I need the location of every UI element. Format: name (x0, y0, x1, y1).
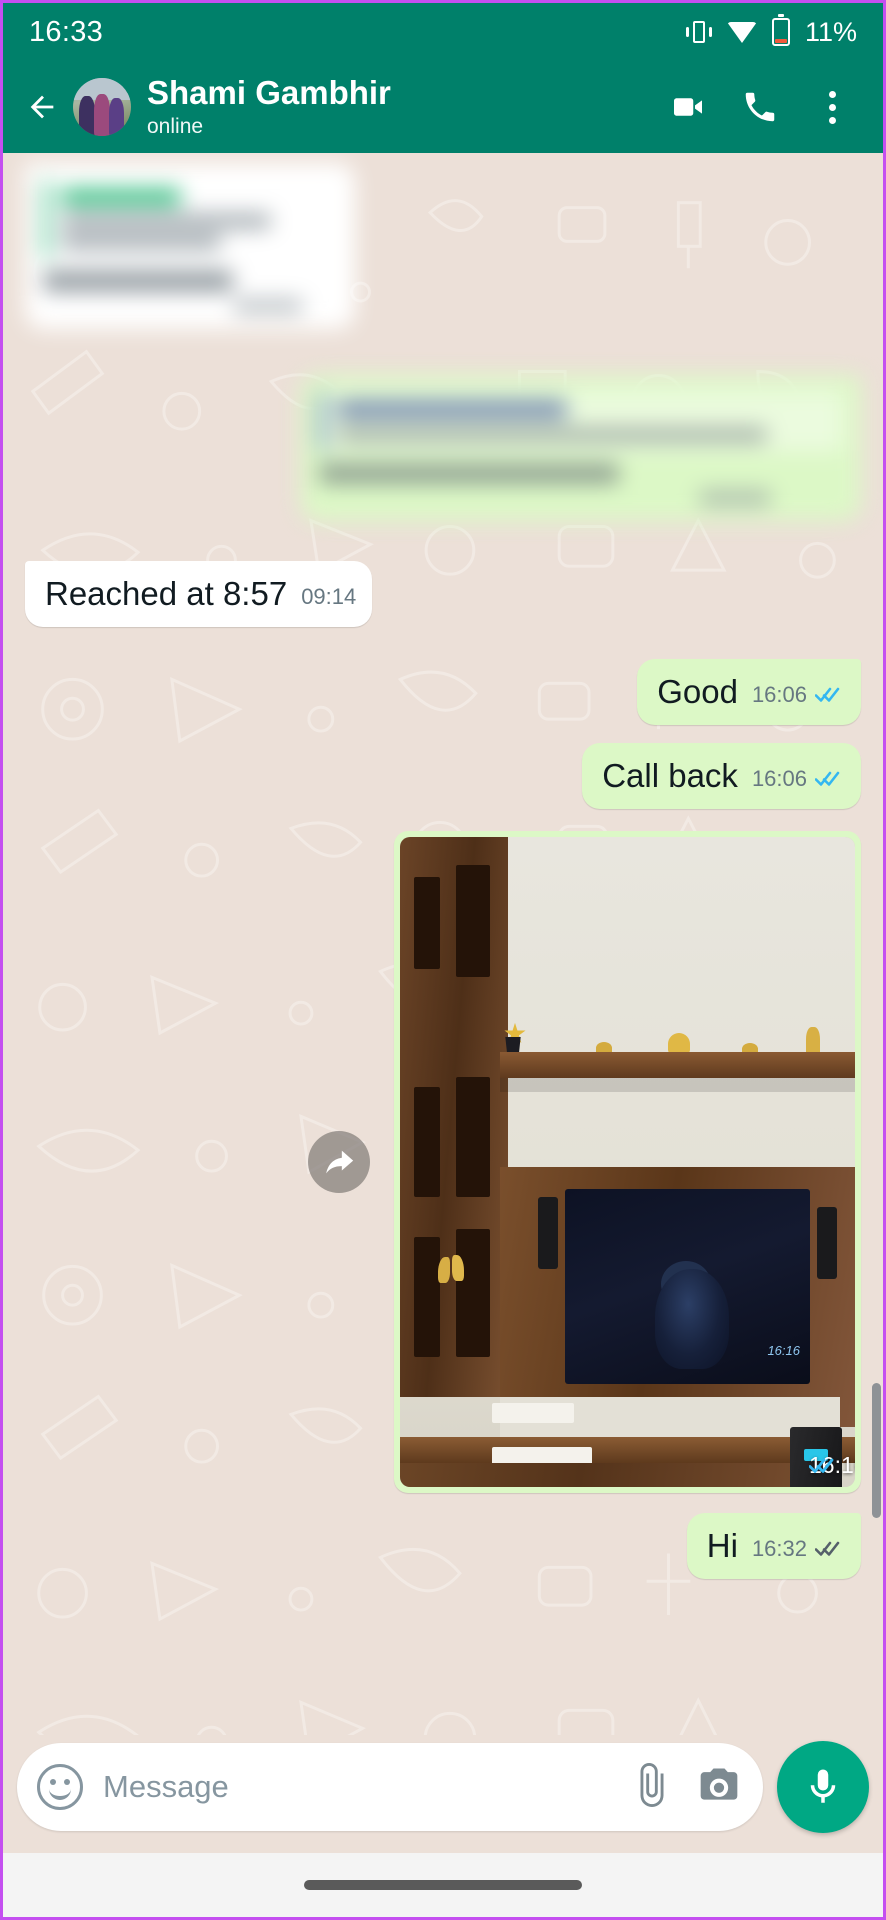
message-row[interactable]: 16:16 16:16 (25, 830, 861, 1493)
system-navigation-bar (3, 1853, 883, 1917)
status-bar-clock: 16:33 (29, 15, 104, 48)
contact-presence: online (147, 115, 204, 139)
blurred-outgoing-message[interactable] (301, 375, 861, 521)
message-text: Hi (706, 1526, 738, 1564)
message-photo[interactable]: 16:16 16:16 (400, 836, 855, 1487)
read-receipt-icon (815, 770, 845, 788)
battery-percent-label: 11% (804, 16, 857, 47)
emoji-smiley-icon[interactable] (37, 1764, 83, 1810)
contact-avatar[interactable] (73, 78, 131, 136)
outgoing-message-bubble[interactable]: Good 16:06 (637, 658, 861, 725)
home-gesture-pill[interactable] (304, 1880, 582, 1890)
whatsapp-chat-screen: 16:33 11% Shami Gambhir online Reached a… (0, 0, 886, 1920)
message-meta: 09:14 (301, 584, 356, 613)
status-bar-icons: 11% (685, 14, 857, 48)
message-timestamp: 16:32 (751, 1535, 807, 1561)
read-receipt-icon (815, 686, 845, 704)
message-timestamp: 09:14 (301, 583, 357, 609)
back-arrow-icon (30, 95, 54, 119)
phone-call-icon (745, 92, 775, 122)
camera-icon (700, 1768, 738, 1800)
outgoing-message-bubble[interactable]: Call back 16:06 (582, 742, 861, 809)
incoming-message-bubble[interactable]: Reached at 8:57 09:14 (25, 561, 373, 627)
voice-call-button[interactable] (729, 76, 791, 138)
chat-message-list[interactable]: Reached at 8:57 09:14 Good 16:06 Call ba… (3, 153, 883, 1735)
contact-info[interactable]: Shami Gambhir online (147, 74, 657, 141)
message-row[interactable]: Call back 16:06 (25, 742, 861, 809)
message-composer (3, 1735, 883, 1853)
chat-scroll-container[interactable]: Reached at 8:57 09:14 Good 16:06 Call ba… (3, 153, 883, 1735)
forward-arrow-icon (326, 1150, 354, 1174)
quoted-message-preview (319, 391, 843, 452)
attach-button[interactable] (629, 1762, 675, 1813)
message-input[interactable] (83, 1769, 629, 1805)
message-row[interactable]: Hi 16:32 (25, 1512, 861, 1579)
message-timestamp: 16:06 (751, 681, 807, 707)
tv-screen-clock: 16:16 (767, 1342, 800, 1358)
quoted-message-preview (43, 179, 337, 259)
more-options-icon (828, 90, 836, 124)
message-meta: 16:32 (752, 1536, 845, 1565)
message-row[interactable]: Good 16:06 (25, 658, 861, 725)
vibrate-icon (685, 18, 712, 46)
contact-name: Shami Gambhir (147, 73, 391, 111)
composer-icons (629, 1762, 741, 1813)
chat-header: Shami Gambhir online (3, 61, 883, 153)
message-meta: 16:06 (752, 766, 845, 795)
read-receipt-icon (809, 1457, 839, 1475)
message-timestamp: 16:06 (751, 765, 807, 791)
delivered-receipt-icon (815, 1540, 845, 1558)
battery-icon (771, 14, 790, 46)
outgoing-image-message[interactable]: 16:16 16:16 (308, 830, 861, 1493)
image-message-meta: 16:16 (809, 1452, 855, 1478)
forward-message-button[interactable] (308, 1130, 370, 1193)
status-bar: 16:33 11% (3, 3, 883, 61)
camera-button[interactable] (697, 1763, 741, 1812)
more-options-button[interactable] (801, 76, 863, 138)
message-row[interactable] (25, 375, 861, 521)
chat-scrollbar[interactable] (872, 1383, 881, 1518)
message-text: Call back (602, 756, 738, 794)
message-row[interactable] (25, 163, 861, 329)
outgoing-message-bubble[interactable]: Hi 16:32 (686, 1512, 861, 1579)
header-actions (657, 76, 863, 138)
message-text: Good (657, 672, 738, 710)
message-text: Reached at 8:57 (45, 575, 288, 612)
microphone-icon (810, 1769, 836, 1803)
voice-record-button[interactable] (777, 1741, 869, 1833)
message-row[interactable]: Reached at 8:57 09:14 (25, 561, 861, 627)
paperclip-icon (640, 1762, 664, 1807)
video-call-button[interactable] (657, 76, 719, 138)
back-button[interactable] (15, 80, 69, 134)
message-meta: 16:06 (752, 682, 845, 711)
message-input-container[interactable] (17, 1743, 763, 1831)
video-call-icon (674, 98, 702, 116)
wifi-icon (726, 21, 757, 43)
blurred-incoming-message[interactable] (25, 163, 355, 329)
